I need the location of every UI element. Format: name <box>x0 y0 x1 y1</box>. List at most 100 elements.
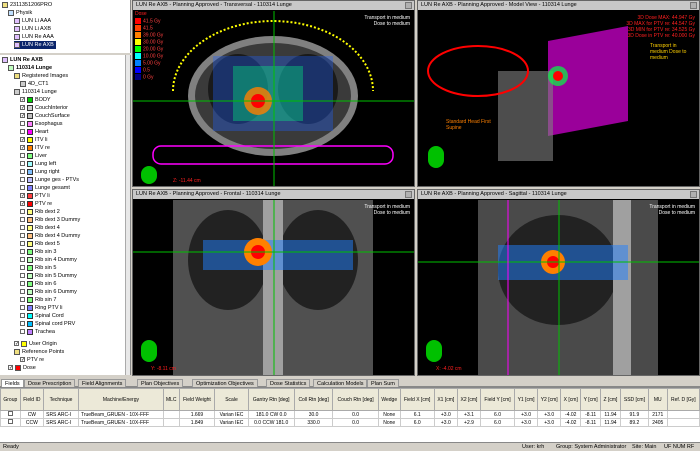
tree-ct[interactable]: 4D_CT1 <box>20 80 48 88</box>
column-header[interactable]: X [cm] <box>560 388 582 411</box>
tab-plan-sum[interactable]: Plan Sum <box>367 379 399 387</box>
structure-item[interactable]: Esophagus <box>20 120 63 128</box>
table-cell[interactable]: 6.1 <box>399 410 435 419</box>
structure-item[interactable]: Trachea <box>20 328 55 336</box>
table-cell[interactable]: Varian IEC <box>214 410 249 419</box>
tree-root[interactable]: 2311351206PRO <box>2 1 52 9</box>
structure-checkbox[interactable] <box>20 233 25 239</box>
column-header[interactable]: Group <box>0 388 21 411</box>
column-header[interactable]: Field ID <box>19 388 45 411</box>
structure-item[interactable]: Rib sin 7 <box>20 296 56 304</box>
table-cell[interactable]: 11.94 <box>600 410 621 419</box>
column-header[interactable]: Coll Rtn [deg] <box>293 388 334 411</box>
table-cell[interactable]: None <box>377 410 401 419</box>
table-cell[interactable]: SRS ARC-I <box>43 410 79 419</box>
structure-item[interactable]: ✓ PTV li <box>20 192 50 200</box>
table-cell[interactable]: 2171 <box>647 410 668 419</box>
structure-checkbox[interactable] <box>20 169 25 175</box>
structure-item[interactable]: ✓ BODY <box>20 96 51 104</box>
structure-item[interactable]: Lung right <box>20 168 59 176</box>
structure-item[interactable]: Rib sin 3 <box>20 248 56 256</box>
structure-checkbox[interactable] <box>20 297 25 303</box>
tree-plan-item[interactable]: LUN Li AXB <box>14 25 51 33</box>
column-header[interactable]: Wedge <box>377 388 401 411</box>
table-cell[interactable]: +3.0 <box>513 410 539 419</box>
group-checkbox[interactable] <box>7 411 13 416</box>
structure-checkbox[interactable] <box>20 217 25 223</box>
tab-dose-statistics[interactable]: Dose Statistics <box>266 379 311 387</box>
tree-plan-item[interactable]: LUN Li AAA <box>14 17 51 25</box>
structure-item[interactable]: Rib sin 5 <box>20 264 56 272</box>
structure-checkbox[interactable]: ✓ <box>20 97 25 103</box>
column-header[interactable]: Gantry Rtn [deg] <box>247 388 295 411</box>
column-header[interactable]: Technique <box>43 388 79 411</box>
table-cell[interactable]: Varian IEC <box>214 418 249 427</box>
table-cell[interactable]: 6.0 <box>480 410 515 419</box>
tree-ptv-re-point[interactable]: ✓ PTV re <box>20 356 44 364</box>
table-cell[interactable]: -8.11 <box>580 418 602 427</box>
table-cell[interactable]: TrueBeam_GRUEN - 10X-FFF <box>77 418 164 427</box>
structure-checkbox[interactable] <box>20 129 25 135</box>
structure-checkbox[interactable] <box>20 313 25 319</box>
structure-checkbox[interactable] <box>20 273 25 279</box>
structure-checkbox[interactable] <box>20 161 25 167</box>
tab-fields[interactable]: Fields <box>1 379 24 387</box>
structure-checkbox[interactable] <box>20 153 25 159</box>
column-header[interactable]: Ref. D [Gy] <box>666 388 700 411</box>
structure-checkbox[interactable] <box>20 329 25 335</box>
table-row[interactable]: CCW SRS ARC-I TrueBeam_GRUEN - 10X-FFF 1.84… <box>0 418 700 427</box>
structure-checkbox[interactable] <box>20 289 25 295</box>
structure-checkbox[interactable] <box>20 265 25 271</box>
tree-patient[interactable]: Physik <box>8 9 32 17</box>
tree-user-origin[interactable]: ✓ User Origin <box>14 340 57 348</box>
table-cell[interactable]: +3.0 <box>537 410 562 419</box>
tree-scrollbar[interactable] <box>125 55 130 375</box>
structure-item[interactable]: Rib sin 6 Dummy <box>20 288 77 296</box>
column-header[interactable]: MU <box>647 388 668 411</box>
structure-item[interactable]: Rib dext 3 Dummy <box>20 216 80 224</box>
column-header[interactable]: SSD [cm] <box>619 388 649 411</box>
viewport-model[interactable]: LUN Re AXB - Planning Approved - Model V… <box>417 0 700 187</box>
structure-checkbox[interactable] <box>20 209 25 215</box>
structure-item[interactable]: Rib sin 6 <box>20 280 56 288</box>
group-checkbox[interactable] <box>7 419 13 424</box>
structure-item[interactable]: Rib dext 5 <box>20 240 60 248</box>
tab-optimization-objectives[interactable]: Optimization Objectives <box>192 379 258 387</box>
structure-checkbox[interactable] <box>20 177 25 183</box>
table-cell[interactable]: +3.0 <box>537 418 562 427</box>
tree-ref-points[interactable]: Reference Points <box>14 348 64 356</box>
column-header[interactable]: Machine/Energy <box>77 388 164 411</box>
table-cell[interactable]: 0.0 <box>332 418 379 427</box>
table-cell[interactable]: 30.0 <box>293 410 334 419</box>
viewport-sagittal[interactable]: LUN Re AXB - Planning Approved - Sagitta… <box>417 189 700 376</box>
table-cell[interactable]: 1.849 <box>178 418 216 427</box>
structure-item[interactable]: Rib sin 5 Dummy <box>20 272 77 280</box>
structure-checkbox[interactable]: ✓ <box>20 113 25 119</box>
table-cell[interactable] <box>666 418 700 427</box>
table-cell[interactable]: -8.11 <box>580 410 602 419</box>
table-cell[interactable]: 89.2 <box>619 418 649 427</box>
viewport-frontal[interactable]: LUN Re AXB - Planning Approved - Frontal… <box>132 189 415 376</box>
table-cell[interactable]: CW <box>19 410 45 419</box>
table-cell[interactable]: 6.0 <box>399 418 435 427</box>
tree-registered[interactable]: Registered Images <box>14 72 68 80</box>
structure-item[interactable]: Lunge ges - PTVs <box>20 176 79 184</box>
structure-checkbox[interactable] <box>20 225 25 231</box>
tab-dose-prescription[interactable]: Dose Prescription <box>24 379 76 387</box>
tab-calculation-models[interactable]: Calculation Models <box>313 379 368 387</box>
structure-checkbox[interactable] <box>20 121 25 127</box>
table-cell[interactable]: +3.1 <box>456 410 482 419</box>
column-header[interactable]: X1 [cm] <box>433 388 458 411</box>
table-cell[interactable] <box>666 410 700 419</box>
structure-item[interactable]: ✓ ITV li <box>20 136 48 144</box>
structure-checkbox[interactable]: ✓ <box>20 193 25 199</box>
structure-item[interactable]: ✓ PTV re <box>20 200 52 208</box>
structure-checkbox[interactable]: ✓ <box>20 201 25 207</box>
table-cell[interactable] <box>0 410 21 419</box>
structure-checkbox[interactable]: ✓ <box>20 105 25 111</box>
table-cell[interactable]: 11.94 <box>600 418 621 427</box>
tree-plan-item-selected[interactable]: LUN Re AXB <box>14 41 56 49</box>
structure-item[interactable]: Rib dext 2 <box>20 208 60 216</box>
column-header[interactable]: Y [cm] <box>580 388 602 411</box>
table-cell[interactable]: 330.0 <box>293 418 334 427</box>
